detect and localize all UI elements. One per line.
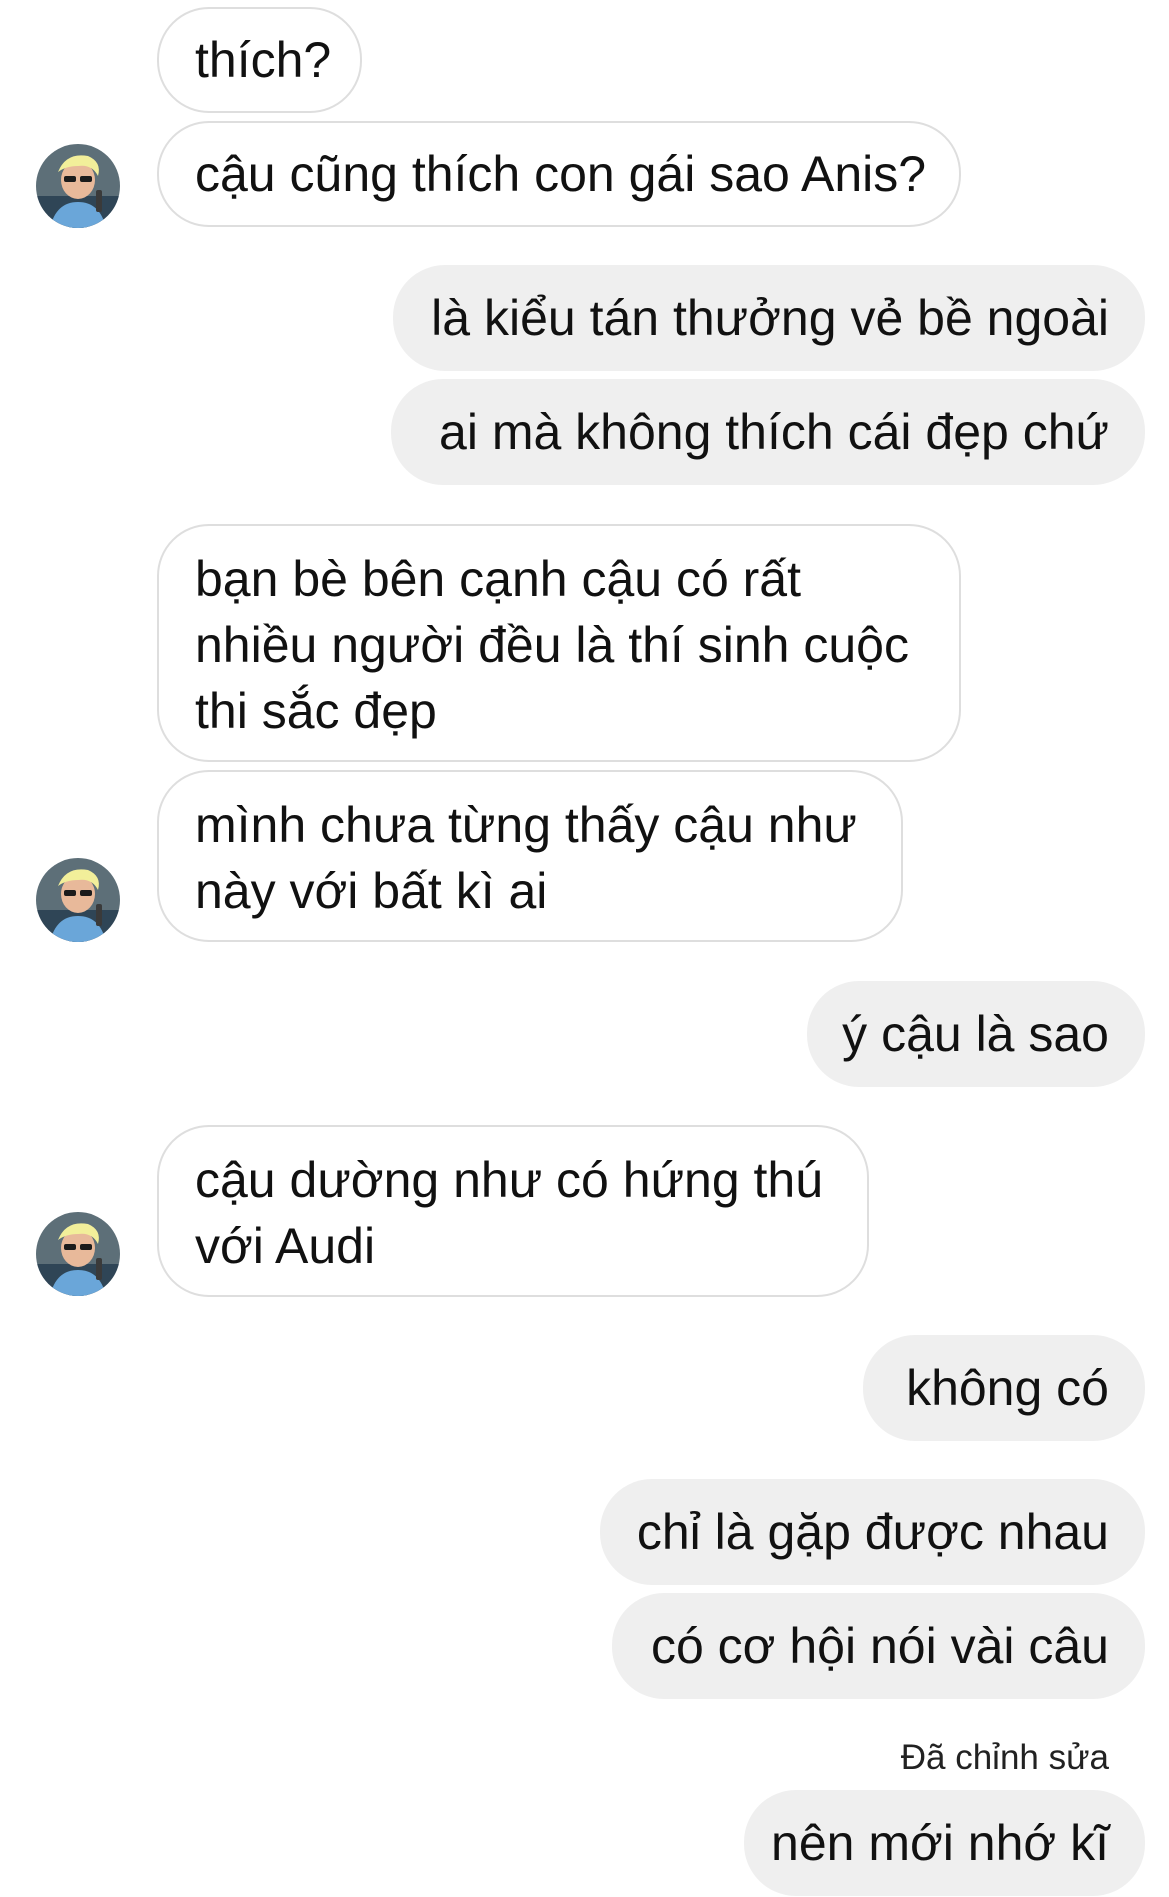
message-outgoing[interactable]: không có — [863, 1335, 1145, 1441]
message-incoming[interactable]: cậu cũng thích con gái sao Anis? — [157, 121, 961, 227]
message-incoming[interactable]: thích? — [157, 7, 362, 113]
contact-avatar[interactable] — [36, 858, 120, 942]
edited-label: Đã chỉnh sửa — [900, 1738, 1109, 1777]
message-incoming[interactable]: bạn bè bên cạnh cậu có rất nhiều người đ… — [157, 524, 961, 762]
message-outgoing[interactable]: ai mà không thích cái đẹp chứ — [391, 379, 1145, 485]
message-incoming[interactable]: cậu dường như có hứng thú với Audi — [157, 1125, 869, 1297]
message-outgoing[interactable]: nên mới nhớ kĩ — [744, 1790, 1145, 1896]
avatar-photo-icon — [36, 144, 120, 228]
message-outgoing[interactable]: là kiểu tán thưởng vẻ bề ngoài — [393, 265, 1145, 371]
message-outgoing[interactable]: ý cậu là sao — [807, 981, 1145, 1087]
message-outgoing[interactable]: có cơ hội nói vài câu — [612, 1593, 1145, 1699]
message-incoming[interactable]: mình chưa từng thấy cậu như này với bất … — [157, 770, 903, 942]
avatar-photo-icon — [36, 858, 120, 942]
contact-avatar[interactable] — [36, 1212, 120, 1296]
contact-avatar[interactable] — [36, 144, 120, 228]
avatar-photo-icon — [36, 1212, 120, 1296]
message-outgoing[interactable]: chỉ là gặp được nhau — [600, 1479, 1145, 1585]
chat-thread: thích? cậu cũng thích con gái sao Anis? … — [0, 0, 1169, 1897]
